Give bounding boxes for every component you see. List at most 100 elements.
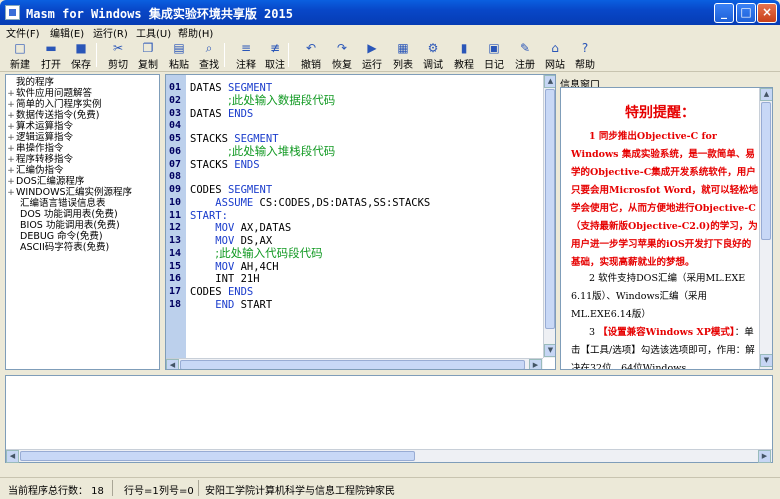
toolbar-tutorial-button[interactable]: ▮ 教程 bbox=[447, 40, 481, 71]
minimize-button[interactable]: _ bbox=[714, 3, 734, 23]
menu-file[interactable]: 文件(F) bbox=[6, 25, 40, 40]
title-bar: Masm for Windows 集成实验环境共享版 2015 _ □ × bbox=[0, 0, 780, 25]
code-line: 15 MOV AH,4CH bbox=[166, 260, 546, 273]
comment-icon: ≡ bbox=[240, 41, 252, 55]
toolbar-redo-button[interactable]: ↷ 恢复 bbox=[325, 40, 359, 71]
tutorial-icon: ▮ bbox=[460, 41, 468, 55]
code-kw: ENDS bbox=[227, 286, 254, 298]
editor-vscrollbar[interactable]: ▲ ▼ bbox=[543, 75, 555, 358]
toolbar-folder-button[interactable]: ▬ 打开 bbox=[34, 40, 68, 71]
toolbar-run-button[interactable]: ▶ 运行 bbox=[355, 40, 389, 71]
tree-item[interactable]: +DOS汇编源程序 bbox=[6, 176, 159, 187]
toolbar-new-file-button[interactable]: □ 新建 bbox=[3, 40, 37, 71]
undo-icon: ↶ bbox=[305, 41, 317, 55]
menu-tools[interactable]: 工具(U) bbox=[136, 25, 171, 40]
toolbar-debug-button[interactable]: ⚙ 调试 bbox=[416, 40, 450, 71]
tree-item[interactable]: +逻辑运算指令 bbox=[6, 132, 159, 143]
tree-item-label: 串操作指令 bbox=[16, 143, 64, 154]
tree-item[interactable]: +算术运算指令 bbox=[6, 121, 159, 132]
code-editor[interactable]: 01 DATAS SEGMENT 02 ;此处输入数据段代码 03 DATAS ENDS… bbox=[165, 74, 556, 370]
status-col: 列号=0 bbox=[159, 486, 194, 497]
toolbar-label: 调试 bbox=[423, 60, 443, 71]
output-panel[interactable]: ◀ ▶ bbox=[5, 375, 773, 463]
line-number: 17 bbox=[169, 286, 182, 297]
toolbar-list-button[interactable]: ▦ 列表 bbox=[386, 40, 420, 71]
debug-icon: ⚙ bbox=[427, 41, 439, 55]
info-heading: 特别提醒： bbox=[625, 105, 695, 121]
editor-hscroll-thumb[interactable] bbox=[180, 360, 525, 369]
tree-item[interactable]: +程序转移指令 bbox=[6, 154, 159, 165]
output-hscroll-thumb[interactable] bbox=[20, 451, 415, 461]
tree-item[interactable]: DEBUG 命令(免费) bbox=[6, 231, 159, 242]
menu-help[interactable]: 帮助(H) bbox=[178, 25, 213, 40]
toolbar-diary-button[interactable]: ▣ 日记 bbox=[477, 40, 511, 71]
code-pre bbox=[190, 299, 215, 311]
tree-item[interactable]: BIOS 功能调用表(免费) bbox=[6, 220, 159, 231]
line-number: 09 bbox=[169, 184, 182, 195]
editor-hscrollbar[interactable]: ◀ ▶ bbox=[166, 358, 543, 369]
scroll-left-icon[interactable]: ◀ bbox=[166, 359, 179, 369]
tree-item[interactable]: DOS 功能调用表(免费) bbox=[6, 209, 159, 220]
code-line: 07 STACKS ENDS bbox=[166, 158, 546, 171]
tree-item[interactable]: +数据传送指令(免费) bbox=[6, 110, 159, 121]
new-file-icon: □ bbox=[14, 41, 26, 55]
tree-item[interactable]: +简单的入门程序实例 bbox=[6, 99, 159, 110]
find-icon: ⌕ bbox=[205, 41, 213, 55]
maximize-button[interactable]: □ bbox=[736, 3, 756, 23]
code-cm: ;此处输入代码段代码 bbox=[215, 245, 323, 260]
run-icon: ▶ bbox=[367, 41, 377, 55]
tree-item[interactable]: +汇编伪指令 bbox=[6, 165, 159, 176]
scroll-right-icon[interactable]: ▶ bbox=[529, 359, 542, 369]
code-kw: ENDS bbox=[227, 107, 254, 120]
app-icon bbox=[5, 5, 20, 20]
redo-icon: ↷ bbox=[336, 41, 348, 55]
toolbar-register-button[interactable]: ✎ 注册 bbox=[508, 40, 542, 71]
toolbar-undo-button[interactable]: ↶ 撤销 bbox=[294, 40, 328, 71]
info-vscrollbar[interactable]: ▲ ▼ bbox=[759, 88, 772, 369]
info-vscroll-thumb[interactable] bbox=[761, 102, 771, 240]
toolbar-label: 保存 bbox=[71, 60, 91, 71]
line-number: 13 bbox=[169, 235, 182, 246]
tree-item[interactable]: ASCII码字符表(免费) bbox=[6, 242, 159, 253]
menu-edit[interactable]: 编辑(E) bbox=[50, 25, 84, 40]
line-number: 03 bbox=[169, 107, 182, 119]
toolbar-find-button[interactable]: ⌕ 查找 bbox=[192, 40, 226, 71]
editor-vscroll-thumb[interactable] bbox=[545, 89, 555, 329]
tree-item[interactable]: +WINDOWS汇编实例源程序 bbox=[6, 187, 159, 198]
tree-item[interactable]: 我的程序 bbox=[6, 77, 159, 88]
toolbar-label: 复制 bbox=[138, 60, 158, 71]
code-kw: MOV bbox=[215, 222, 235, 235]
scroll-down-icon[interactable]: ▼ bbox=[544, 344, 555, 357]
tree-item[interactable]: 汇编语言错误信息表 bbox=[6, 198, 159, 209]
toolbar-save-button[interactable]: ■ 保存 bbox=[64, 40, 98, 71]
folder-icon: ▬ bbox=[45, 41, 57, 55]
toolbar-uncomment-button[interactable]: ≢ 取注 bbox=[258, 40, 292, 71]
menu-run[interactable]: 运行(R) bbox=[93, 25, 128, 40]
code-post: CS:CODES,DS:DATAS,SS:STACKS bbox=[253, 196, 431, 209]
line-number: 04 bbox=[169, 120, 182, 132]
line-number: 01 bbox=[169, 82, 182, 93]
menu-bar: 文件(F) 编辑(E) 运行(R) 工具(U) 帮助(H) bbox=[0, 25, 780, 40]
close-button[interactable]: × bbox=[757, 3, 777, 23]
tree-item-label: 简单的入门程序实例 bbox=[16, 99, 102, 110]
toolbar-copy-button[interactable]: ❐ 复制 bbox=[131, 40, 165, 71]
toolbar-help-button[interactable]: ? 帮助 bbox=[568, 40, 602, 71]
splitter-left[interactable] bbox=[161, 74, 164, 370]
program-tree[interactable]: 我的程序 +软件应用问题解答 +简单的入门程序实例 +数据传送指令(免费) +算术运算指… bbox=[5, 74, 160, 370]
info-scroll-up-icon[interactable]: ▲ bbox=[760, 88, 772, 101]
tree-item[interactable]: +软件应用问题解答 bbox=[6, 88, 159, 99]
info-scroll-down-icon[interactable]: ▼ bbox=[760, 354, 772, 367]
scroll-up-icon[interactable]: ▲ bbox=[544, 75, 555, 88]
code-pre bbox=[190, 95, 228, 107]
output-hscrollbar[interactable]: ◀ ▶ bbox=[6, 449, 772, 463]
output-scroll-left-icon[interactable]: ◀ bbox=[6, 450, 19, 463]
toolbar-home-button[interactable]: ⌂ 网站 bbox=[538, 40, 572, 71]
code-line: 09 CODES SEGMENT bbox=[166, 183, 546, 196]
toolbar-paste-button[interactable]: ▤ 粘贴 bbox=[162, 40, 196, 71]
code-line: 03 DATAS ENDS bbox=[166, 107, 546, 120]
output-scroll-right-icon[interactable]: ▶ bbox=[758, 450, 771, 463]
code-kw: START: bbox=[190, 209, 228, 222]
toolbar-cut-button[interactable]: ✂ 剪切 bbox=[101, 40, 135, 71]
tree-item[interactable]: +串操作指令 bbox=[6, 143, 159, 154]
code-line: 02 ;此处输入数据段代码 bbox=[166, 93, 546, 107]
